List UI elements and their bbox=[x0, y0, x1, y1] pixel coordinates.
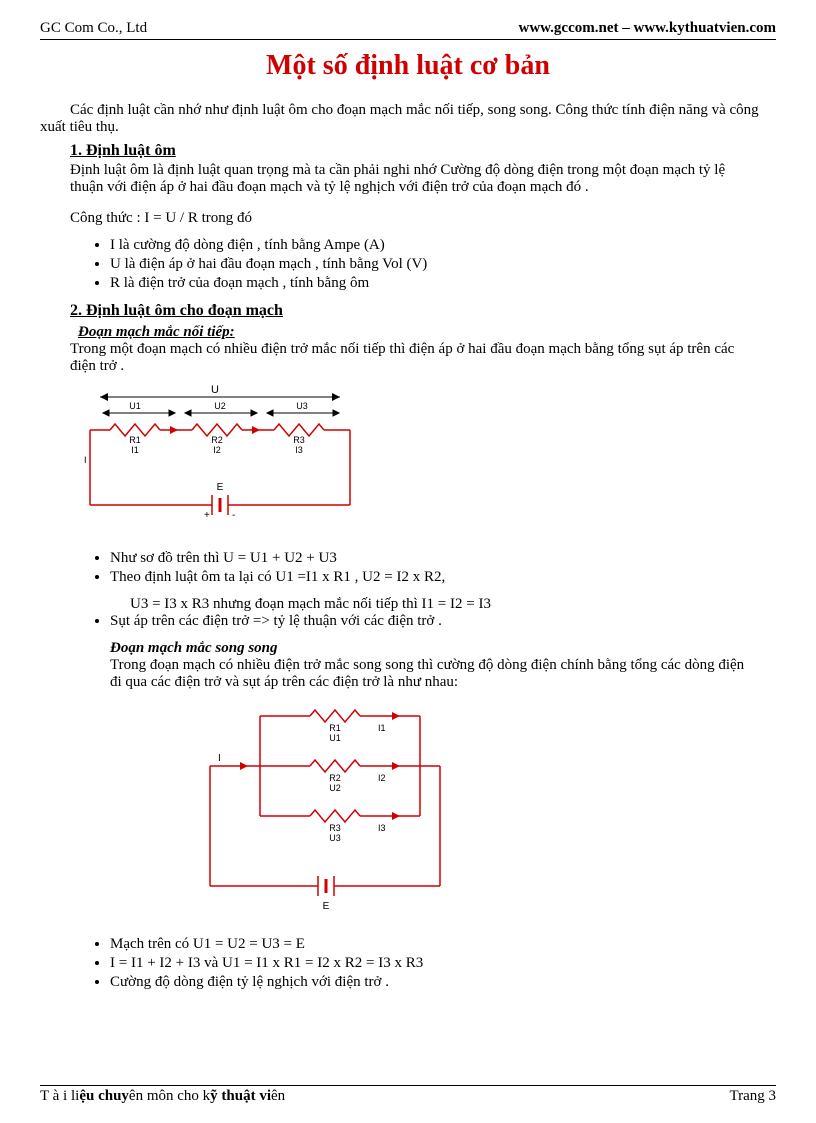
section2-heading: 2. Định luật ôm cho đoạn mạch bbox=[70, 302, 776, 320]
svg-text:I1: I1 bbox=[131, 445, 139, 455]
svg-text:+: + bbox=[204, 510, 210, 521]
page-number: Trang 3 bbox=[729, 1088, 776, 1105]
sub1-bullets: Như sơ đồ trên thì U = U1 + U2 + U3 Theo… bbox=[90, 550, 776, 586]
list-item: Cường độ dòng điện tỷ lệ nghịch với điện… bbox=[110, 974, 776, 991]
page-header: GC Com Co., Ltd www.gccom.net – www.kyth… bbox=[40, 20, 776, 40]
sub2-text: Trong đoạn mạch có nhiều điện trở mắc so… bbox=[110, 657, 756, 691]
svg-text:I3: I3 bbox=[378, 823, 386, 833]
svg-text:I: I bbox=[84, 455, 87, 465]
parallel-circuit-diagram: R1 U1 I1 R2 U2 I2 R3 U3 I3 I E bbox=[200, 701, 776, 926]
sub1-text: Trong một đoạn mạch có nhiều điện trở mắ… bbox=[70, 341, 756, 375]
svg-text:U2: U2 bbox=[214, 401, 226, 411]
svg-text:R2: R2 bbox=[211, 435, 223, 445]
svg-text:R3: R3 bbox=[329, 823, 341, 833]
svg-text:I: I bbox=[218, 753, 221, 764]
series-circuit-diagram: U U1 U2 U3 bbox=[80, 385, 776, 540]
company-name: GC Com Co., Ltd bbox=[40, 20, 147, 37]
svg-text:U: U bbox=[211, 385, 219, 396]
section1-text: Định luật ôm là định luật quan trọng mà … bbox=[70, 162, 746, 196]
svg-text:I2: I2 bbox=[213, 445, 221, 455]
section1-formula: Công thức : I = U / R trong đó bbox=[70, 210, 776, 227]
sub1-bullets-cont: Sụt áp trên các điện trở => tỷ lệ thuận … bbox=[90, 613, 776, 630]
svg-text:E: E bbox=[217, 482, 224, 493]
sub2-heading: Đoạn mạch mắc song song bbox=[110, 640, 776, 657]
list-item: I = I1 + I2 + I3 và U1 = I1 x R1 = I2 x … bbox=[110, 955, 776, 972]
header-sites: www.gccom.net – www.kythuatvien.com bbox=[519, 20, 776, 37]
svg-text:U1: U1 bbox=[129, 401, 141, 411]
sub1-indent-line: U3 = I3 x R3 nhưng đoạn mạch mắc nối tiế… bbox=[130, 596, 776, 613]
svg-text:R2: R2 bbox=[329, 773, 341, 783]
svg-text:I2: I2 bbox=[378, 773, 386, 783]
list-item: R là điện trở của đoạn mạch , tính bằng … bbox=[110, 275, 776, 292]
svg-text:U3: U3 bbox=[329, 833, 341, 843]
list-item: I là cường độ dòng điện , tính bằng Ampe… bbox=[110, 237, 776, 254]
page-title: Một số định luật cơ bản bbox=[40, 50, 776, 82]
svg-text:I1: I1 bbox=[378, 723, 386, 733]
svg-text:R1: R1 bbox=[129, 435, 141, 445]
section1-bullets: I là cường độ dòng điện , tính bằng Ampe… bbox=[90, 237, 776, 292]
list-item: Như sơ đồ trên thì U = U1 + U2 + U3 bbox=[110, 550, 776, 567]
intro-paragraph: Các định luật cần nhớ như định luật ôm c… bbox=[40, 102, 776, 136]
svg-text:-: - bbox=[232, 510, 235, 521]
list-item: Mạch trên có U1 = U2 = U3 = E bbox=[110, 936, 776, 953]
list-item: U là điện áp ở hai đầu đoạn mạch , tính … bbox=[110, 256, 776, 273]
svg-text:U1: U1 bbox=[329, 733, 341, 743]
svg-text:R3: R3 bbox=[293, 435, 305, 445]
section1-heading: 1. Định luật ôm bbox=[70, 142, 776, 160]
sub1-heading: Đoạn mạch mắc nối tiếp: bbox=[78, 324, 776, 341]
page-footer: T à i liệu chuyên môn cho kỹ thuật viên … bbox=[40, 1085, 776, 1105]
svg-text:I3: I3 bbox=[295, 445, 303, 455]
list-item: Sụt áp trên các điện trở => tỷ lệ thuận … bbox=[110, 613, 776, 630]
svg-text:R1: R1 bbox=[329, 723, 341, 733]
sub2-bullets: Mạch trên có U1 = U2 = U3 = E I = I1 + I… bbox=[90, 936, 776, 991]
svg-text:E: E bbox=[323, 901, 330, 912]
svg-text:U3: U3 bbox=[296, 401, 308, 411]
list-item: Theo định luật ôm ta lại có U1 =I1 x R1 … bbox=[110, 569, 776, 586]
svg-text:U2: U2 bbox=[329, 783, 341, 793]
footer-left: T à i liệu chuyên môn cho kỹ thuật viên bbox=[40, 1088, 285, 1105]
